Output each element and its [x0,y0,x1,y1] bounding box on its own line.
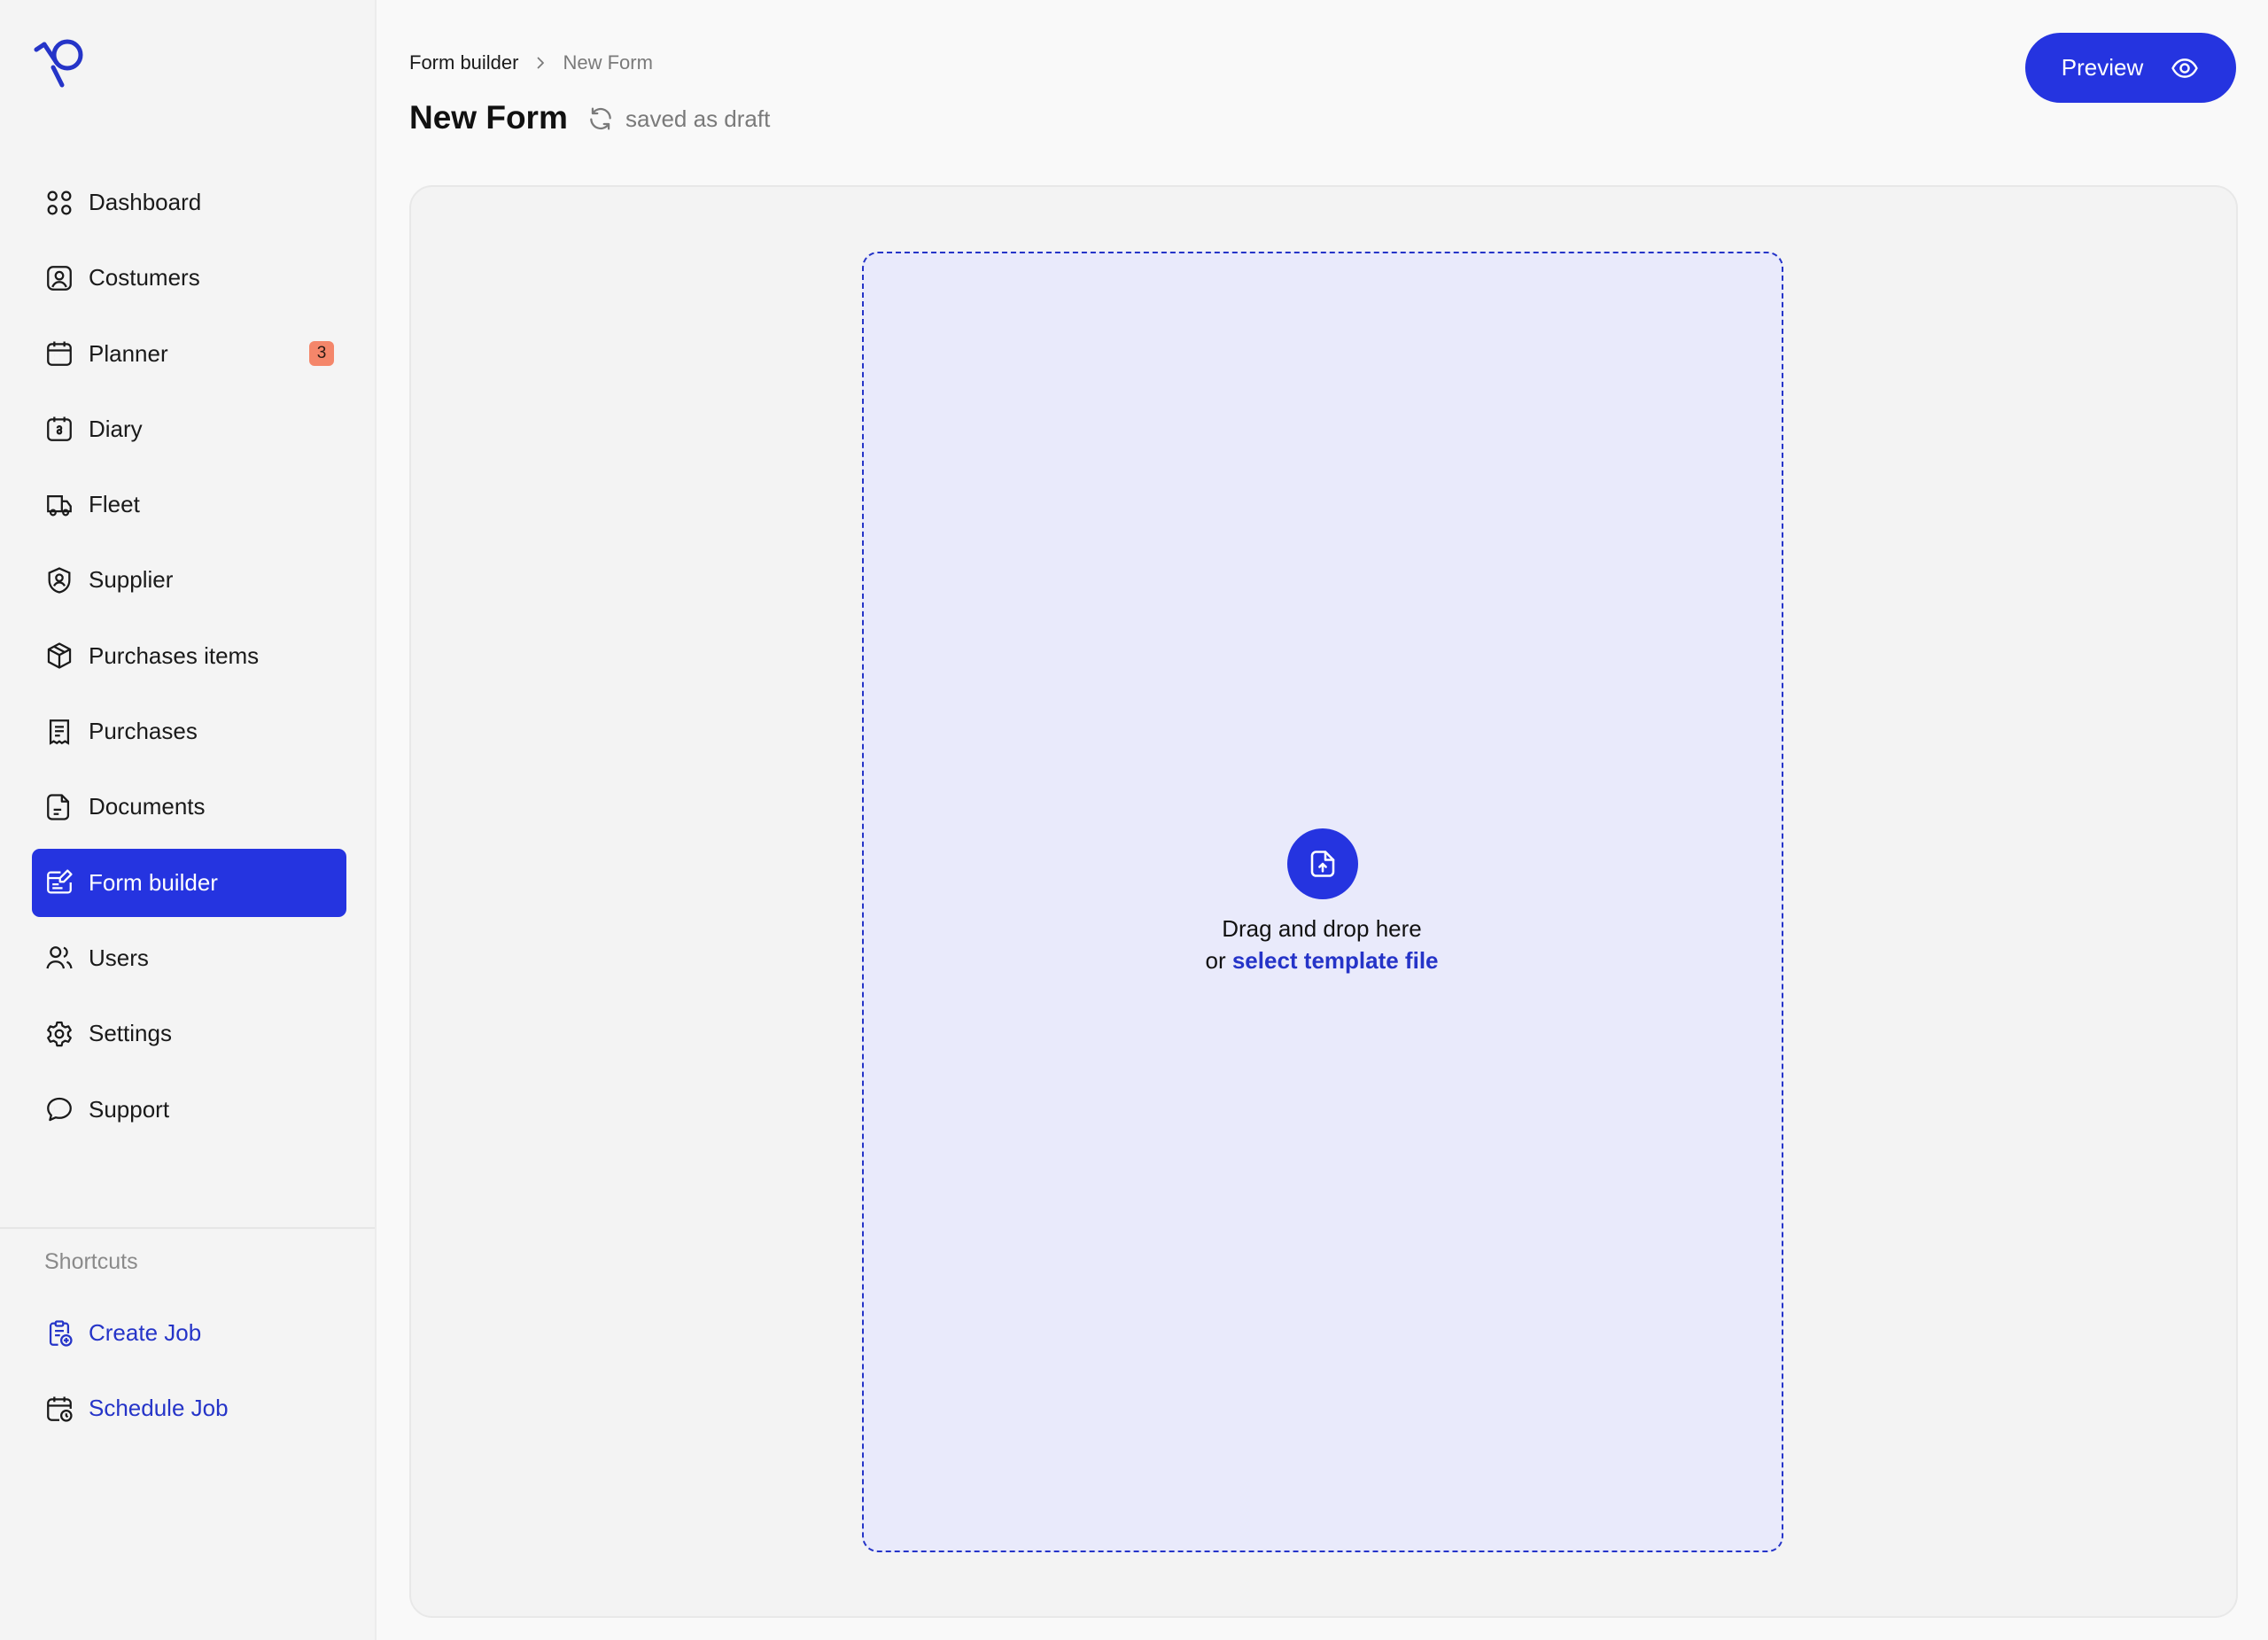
sidebar-item-diary[interactable]: Diary [32,395,346,463]
dropzone-instructions: Drag and drop here or select template fi… [1145,913,1499,976]
calendar-icon [44,338,74,369]
save-status: saved as draft [586,105,770,133]
sidebar-item-fleet[interactable]: Fleet [32,470,346,539]
sidebar-nav: Dashboard Costumers Planner 3 Diary Flee… [32,168,346,1151]
users-icon [44,943,74,973]
breadcrumb-item-current: New Form [563,51,653,74]
breadcrumb: Form builder New Form [409,51,653,74]
page-title: New Form [409,99,568,136]
sidebar-item-form-builder[interactable]: Form builder [32,848,346,917]
truck-icon [44,490,74,520]
sidebar-item-planner[interactable]: Planner 3 [32,320,346,388]
diary-icon [44,414,74,444]
supplier-shield-icon [44,565,74,595]
select-template-file-link[interactable]: select template file [1232,947,1439,974]
sidebar-item-purchases[interactable]: Purchases [32,697,346,766]
template-dropzone[interactable] [862,252,1783,1552]
eye-icon [2170,53,2200,83]
sidebar-item-label: Supplier [89,566,174,594]
receipt-icon [44,717,74,747]
gear-icon [44,1019,74,1049]
shortcut-create-job[interactable]: Create Job [32,1299,346,1367]
document-icon [44,792,74,822]
shortcut-label: Schedule Job [89,1395,229,1422]
save-status-text: saved as draft [625,105,771,132]
sidebar-item-dashboard[interactable]: Dashboard [32,168,346,237]
sidebar-item-label: Settings [89,1020,172,1047]
dropzone-line-1: Drag and drop here [1222,915,1422,942]
sidebar: Dashboard Costumers Planner 3 Diary Flee… [0,0,377,1640]
sidebar-item-label: Support [89,1095,170,1123]
sidebar-item-users[interactable]: Users [32,924,346,992]
sidebar-item-support[interactable]: Support [32,1076,346,1144]
calendar-clock-icon [44,1394,74,1424]
sidebar-item-label: Costumers [89,264,200,291]
form-edit-icon [44,867,74,898]
sidebar-item-documents[interactable]: Documents [32,773,346,841]
sidebar-item-costumers[interactable]: Costumers [32,244,346,312]
clipboard-add-icon [44,1318,74,1349]
sidebar-item-purchases-items[interactable]: Purchases items [32,622,346,690]
shortcuts-nav: Create Job Schedule Job [32,1299,346,1450]
sidebar-item-label: Dashboard [89,189,202,215]
dropzone-line-2-prefix: or [1205,947,1226,974]
sidebar-item-settings[interactable]: Settings [32,999,346,1068]
sidebar-item-label: Documents [89,793,206,820]
app-logo-icon[interactable] [34,34,92,92]
sidebar-item-label: Planner [89,339,168,367]
sync-icon [586,105,615,133]
shortcuts-title: Shortcuts [44,1249,138,1274]
user-square-icon [44,263,74,293]
sidebar-item-label: Form builder [89,868,218,896]
file-upload-icon [1307,848,1339,880]
shortcut-schedule-job[interactable]: Schedule Job [32,1374,346,1442]
chat-icon [44,1094,74,1124]
sidebar-divider [0,1227,375,1229]
preview-button-label: Preview [2061,54,2144,81]
breadcrumb-item-form-builder[interactable]: Form builder [409,51,518,74]
shortcut-label: Create Job [89,1319,202,1346]
notification-badge: 3 [309,341,334,367]
sidebar-item-label: Users [89,944,149,971]
chevron-right-icon [532,55,548,71]
dropzone-line-2: or select template file [1145,944,1499,976]
sidebar-item-label: Purchases [89,718,198,745]
upload-file-button[interactable] [1287,828,1358,899]
sidebar-item-supplier[interactable]: Supplier [32,546,346,614]
sidebar-item-label: Fleet [89,491,140,518]
dashboard-icon [44,188,74,218]
package-icon [44,641,74,671]
sidebar-item-label: Diary [89,415,143,442]
sidebar-item-label: Purchases items [89,641,260,669]
preview-button[interactable]: Preview [2025,33,2236,103]
